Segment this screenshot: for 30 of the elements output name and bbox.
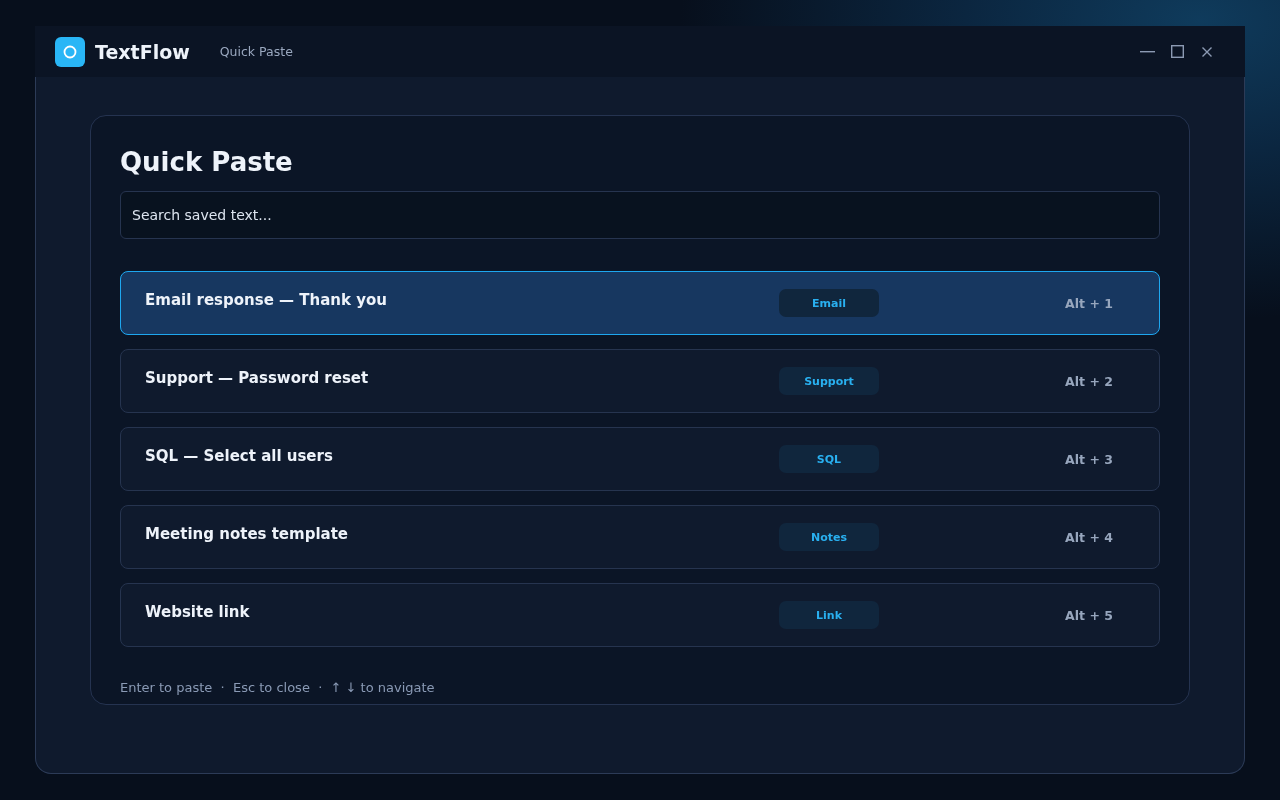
category-tag: SQL [779,445,879,473]
panel-title: Quick Paste [120,146,294,179]
snippet-item[interactable]: Website link Link Alt + 5 [120,583,1160,647]
category-tag: Notes [779,523,879,551]
maximize-button[interactable] [1169,43,1185,60]
minimize-icon [1139,50,1155,53]
app-name: TextFlow [95,40,190,63]
category-tag: Link [779,601,879,629]
snippet-title: Meeting notes template [145,524,350,543]
category-tag: Support [779,367,879,395]
snippet-title: Website link [145,602,251,621]
shortcut-text: Alt + 5 [1065,607,1113,623]
shortcut-text: Alt + 3 [1065,451,1113,467]
shortcut-text: Alt + 2 [1065,373,1113,389]
snippet-item[interactable]: SQL — Select all users SQL Alt + 3 [120,427,1160,491]
search-field[interactable]: Search saved text... [120,191,1160,239]
snippet-item[interactable]: Meeting notes template Notes Alt + 4 [120,505,1160,569]
app-logo-icon [55,36,85,67]
snippet-item[interactable]: Support — Password reset Support Alt + 2 [120,349,1160,413]
keyboard-hint: Enter to paste · Esc to close · ↑ ↓ to navigate [120,680,435,695]
shortcut-text: Alt + 1 [1065,295,1113,311]
snippet-title: SQL — Select all users [145,446,334,465]
window-subtitle: Quick Paste [219,44,293,59]
maximize-icon [1170,45,1184,58]
snippet-title: Support — Password reset [145,368,370,387]
shortcut-text: Alt + 4 [1065,529,1113,545]
snippet-item[interactable]: Email response — Thank you Email Alt + 1 [120,271,1160,335]
close-icon [1202,46,1212,57]
snippet-title: Email response — Thank you [145,290,388,309]
category-tag: Email [779,289,879,317]
